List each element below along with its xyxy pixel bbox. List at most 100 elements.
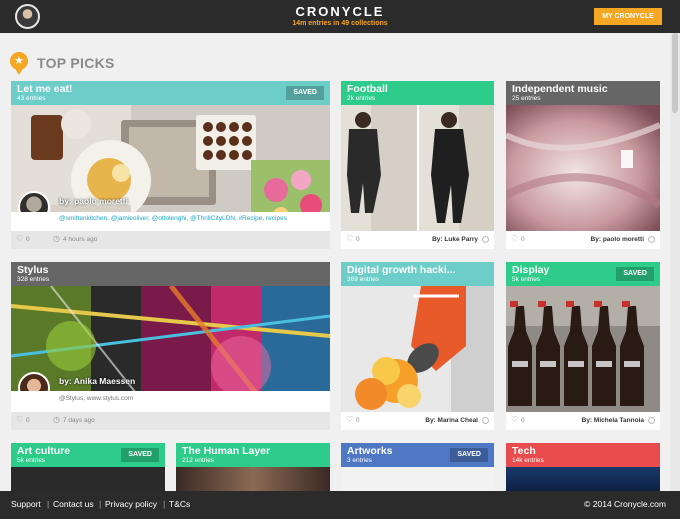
heart-icon[interactable]: ♡ bbox=[346, 415, 353, 424]
status-dot-icon[interactable] bbox=[482, 417, 489, 424]
collection-card-football[interactable]: Football 2k entries ♡ 0 By: Luke Parry bbox=[341, 81, 494, 249]
saved-badge[interactable]: SAVED bbox=[616, 267, 654, 281]
heart-icon[interactable]: ♡ bbox=[16, 415, 23, 424]
card-header: Artworks 3 entries SAVED bbox=[341, 443, 494, 467]
card-header: Digital growth hacki... 369 entries bbox=[341, 262, 494, 286]
heart-icon[interactable]: ♡ bbox=[511, 415, 518, 424]
card-image bbox=[341, 286, 494, 412]
card-title[interactable]: Independent music bbox=[512, 83, 608, 95]
footer-link-support[interactable]: Support bbox=[11, 499, 41, 509]
footer-separator: | bbox=[99, 499, 102, 509]
card-entry-count: 43 entries bbox=[17, 95, 46, 102]
card-footer: ♡ 0 By: Marina Cheal bbox=[341, 412, 494, 430]
card-entry-count: 5k entries bbox=[512, 276, 541, 283]
card-entry-count: 25 entries bbox=[512, 95, 541, 102]
clock-icon: ◷ bbox=[53, 234, 60, 243]
brand-logo[interactable]: CRONYCLE bbox=[0, 4, 680, 19]
section-title: TOP PICKS bbox=[37, 55, 115, 71]
heart-icon[interactable]: ♡ bbox=[346, 234, 353, 243]
card-author[interactable]: by: paolo moretti bbox=[59, 196, 128, 206]
collection-card-let-me-eat[interactable]: Let me eat! 43 entries SAVED by: paolo m… bbox=[11, 81, 330, 249]
collection-card-stylus[interactable]: Stylus 328 entries by: Anika Maessen @St… bbox=[11, 262, 330, 430]
like-count: 0 bbox=[26, 236, 30, 243]
card-footer: ♡ 0 ◷ 7 days ago bbox=[11, 412, 330, 430]
like-count: 0 bbox=[521, 236, 525, 243]
footer-link-terms[interactable]: T&Cs bbox=[169, 499, 190, 509]
my-cronycle-button[interactable]: MY CRONYCLE bbox=[594, 8, 662, 25]
footer-link-privacy[interactable]: Privacy policy bbox=[105, 499, 157, 509]
card-title[interactable]: The Human Layer bbox=[182, 445, 270, 457]
card-sources: @smittenkitchen, @jamieoliver, @ottoleng… bbox=[11, 212, 330, 231]
collection-card-the-human-layer[interactable]: The Human Layer 212 entries bbox=[176, 443, 330, 491]
card-header: Stylus 328 entries bbox=[11, 262, 330, 286]
heart-icon[interactable]: ♡ bbox=[511, 234, 518, 243]
heart-icon[interactable]: ♡ bbox=[16, 234, 23, 243]
saved-badge[interactable]: SAVED bbox=[286, 86, 324, 100]
card-entry-count: 5k entries bbox=[17, 457, 46, 464]
card-footer: ♡ 0 ◷ 4 hours ago bbox=[11, 231, 330, 249]
card-header: Let me eat! 43 entries SAVED bbox=[11, 81, 330, 105]
card-author[interactable]: By: paolo moretti bbox=[591, 236, 644, 243]
status-dot-icon[interactable] bbox=[648, 417, 655, 424]
footer-link-contact[interactable]: Contact us bbox=[53, 499, 94, 509]
card-title[interactable]: Display bbox=[512, 264, 549, 276]
clock-icon: ◷ bbox=[53, 415, 60, 424]
card-footer: ♡ 0 By: paolo moretti bbox=[506, 231, 660, 249]
footer: Support | Contact us | Privacy policy | … bbox=[0, 491, 680, 519]
card-image bbox=[341, 105, 494, 231]
card-image bbox=[176, 467, 330, 491]
collection-card-digital-growth[interactable]: Digital growth hacki... 369 entries ♡ 0 … bbox=[341, 262, 494, 430]
card-author[interactable]: By: Luke Parry bbox=[432, 236, 478, 243]
card-title[interactable]: Tech bbox=[512, 445, 536, 457]
copyright: © 2014 Cronycle.com bbox=[584, 499, 666, 509]
timestamp: 7 days ago bbox=[63, 417, 95, 424]
card-author[interactable]: By: Marina Cheal bbox=[425, 417, 478, 424]
saved-badge[interactable]: SAVED bbox=[450, 448, 488, 462]
card-entry-count: 14k entries bbox=[512, 457, 544, 464]
card-title[interactable]: Let me eat! bbox=[17, 83, 72, 95]
card-title[interactable]: Artworks bbox=[347, 445, 393, 457]
card-header: Football 2k entries bbox=[341, 81, 494, 105]
card-entry-count: 2k entries bbox=[347, 95, 376, 102]
card-title[interactable]: Digital growth hacki... bbox=[347, 264, 456, 276]
status-dot-icon[interactable] bbox=[648, 236, 655, 243]
timestamp: 4 hours ago bbox=[63, 236, 98, 243]
card-footer: ♡ 0 By: Michela Tannoia bbox=[506, 412, 660, 430]
card-image bbox=[506, 467, 660, 491]
card-author[interactable]: By: Michela Tannoia bbox=[582, 417, 644, 424]
collection-stats: 14m entries in 49 collections bbox=[292, 20, 388, 27]
card-entry-count: 3 entries bbox=[347, 457, 372, 464]
card-image bbox=[341, 467, 494, 491]
like-count: 0 bbox=[521, 417, 525, 424]
card-entry-count: 212 entries bbox=[182, 457, 215, 464]
card-entry-count: 369 entries bbox=[347, 276, 380, 283]
card-entry-count: 328 entries bbox=[17, 276, 50, 283]
top-bar: CRONYCLE 14m entries in 49 collections M… bbox=[0, 0, 680, 33]
like-count: 0 bbox=[356, 417, 360, 424]
collection-card-tech[interactable]: Tech 14k entries bbox=[506, 443, 660, 491]
card-header: The Human Layer 212 entries bbox=[176, 443, 330, 467]
card-title[interactable]: Art culture bbox=[17, 445, 70, 457]
card-header: Display 5k entries SAVED bbox=[506, 262, 660, 286]
collection-card-independent-music[interactable]: Independent music 25 entries ♡ 0 By: pao… bbox=[506, 81, 660, 249]
collection-card-art-culture[interactable]: Art culture 5k entries SAVED bbox=[11, 443, 165, 491]
collection-card-artworks[interactable]: Artworks 3 entries SAVED bbox=[341, 443, 494, 491]
collection-card-display[interactable]: Display 5k entries SAVED ♡ 0 By: Michela… bbox=[506, 262, 660, 430]
card-header: Independent music 25 entries bbox=[506, 81, 660, 105]
footer-separator: | bbox=[163, 499, 166, 509]
footer-separator: | bbox=[47, 499, 50, 509]
card-header: Tech 14k entries bbox=[506, 443, 660, 467]
card-image bbox=[11, 467, 165, 491]
card-author[interactable]: by: Anika Maessen bbox=[59, 376, 135, 386]
card-sources: @Stylus, www.stylus.com bbox=[11, 391, 330, 412]
scrollbar-thumb[interactable] bbox=[672, 33, 678, 113]
card-image bbox=[506, 105, 660, 231]
like-count: 0 bbox=[356, 236, 360, 243]
status-dot-icon[interactable] bbox=[482, 236, 489, 243]
card-title[interactable]: Stylus bbox=[17, 264, 49, 276]
saved-badge[interactable]: SAVED bbox=[121, 448, 159, 462]
card-header: Art culture 5k entries SAVED bbox=[11, 443, 165, 467]
card-image bbox=[506, 286, 660, 412]
card-title[interactable]: Football bbox=[347, 83, 388, 95]
like-count: 0 bbox=[26, 417, 30, 424]
